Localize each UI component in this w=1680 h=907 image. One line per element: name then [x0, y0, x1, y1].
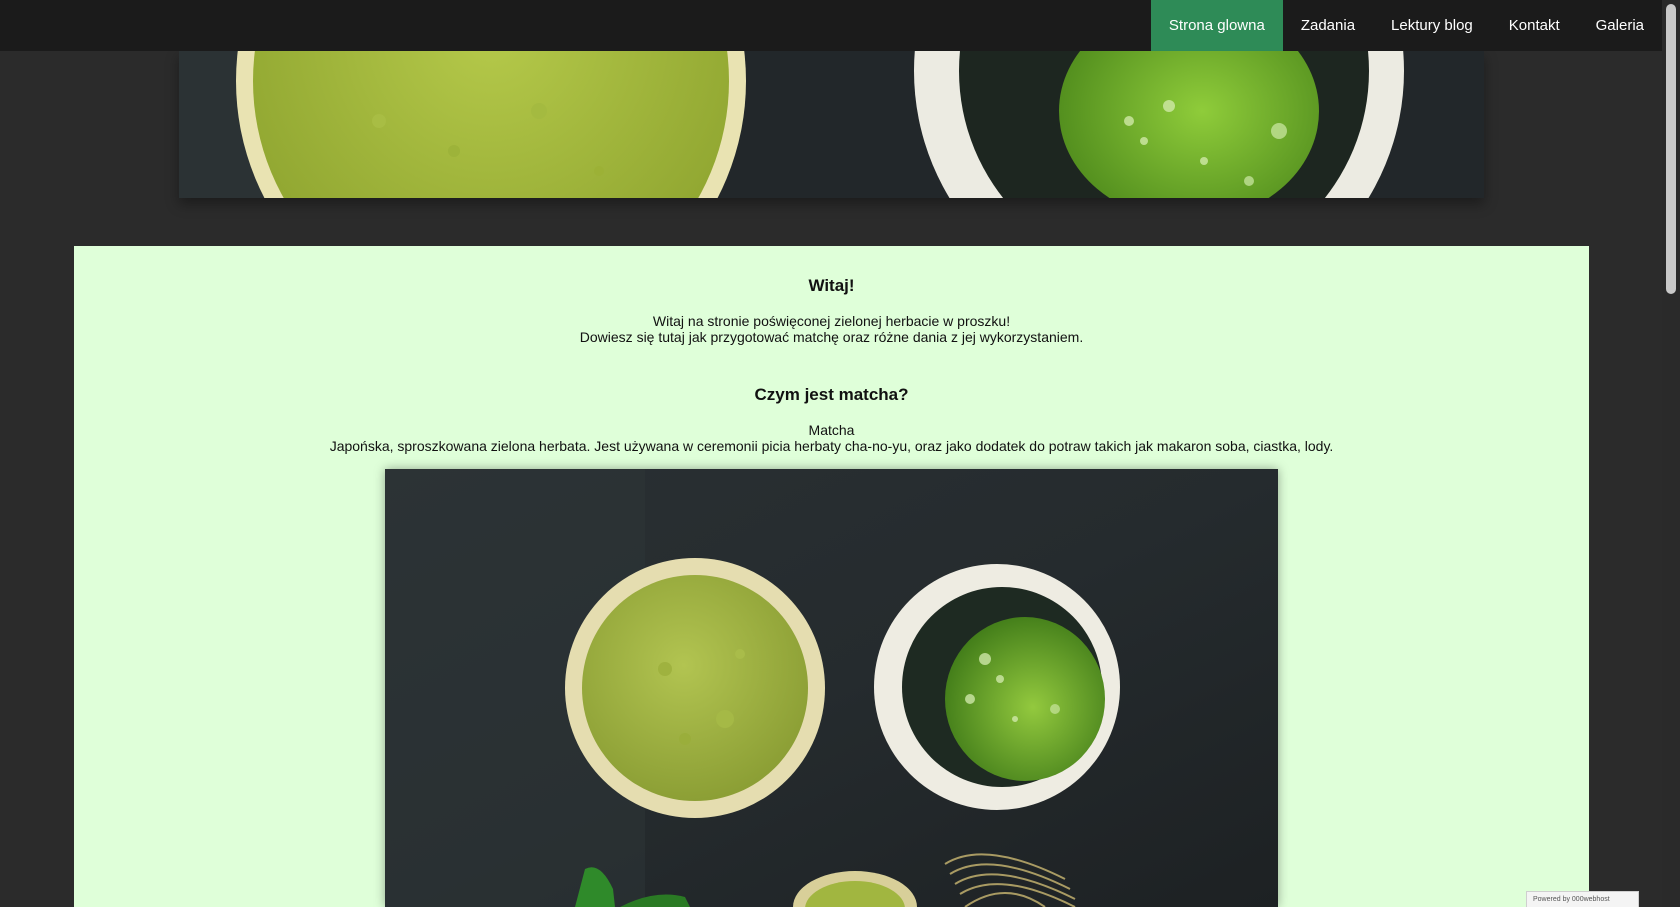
matcha-hero-image: [385, 469, 1278, 907]
banner-photo: [179, 51, 1484, 198]
matcha-term: Matcha: [808, 422, 855, 438]
page-scrollbar[interactable]: [1662, 0, 1680, 907]
menu-link-blog[interactable]: Lektury blog: [1373, 0, 1491, 51]
menu-item-home: Strona glowna: [1150, 0, 1283, 51]
main-content-panel: Witaj! Witaj na stronie poświęconej ziel…: [74, 246, 1589, 907]
menu-link-tasks[interactable]: Zadania: [1283, 0, 1373, 51]
menu-item-tasks: Zadania: [1283, 0, 1373, 51]
top-navigation-bar: Strona glowna Zadania Lektury blog Konta…: [0, 0, 1662, 51]
welcome-line-1: Witaj na stronie poświęconej zielonej he…: [652, 313, 1011, 329]
menu-item-gallery: Galeria: [1578, 0, 1662, 51]
welcome-line-2: Dowiesz się tutaj jak przygotować matchę…: [579, 329, 1084, 345]
header-banner-image: [179, 51, 1484, 198]
hero-photo: [385, 469, 1278, 907]
menu-link-contact[interactable]: Kontakt: [1491, 0, 1578, 51]
welcome-heading: Witaj!: [808, 276, 855, 295]
matcha-description: Matcha Japońska, sproszkowana zielona he…: [74, 422, 1589, 454]
welcome-text: Witaj na stronie poświęconej zielonej he…: [74, 313, 1589, 345]
what-is-matcha-heading: Czym jest matcha?: [754, 385, 909, 404]
menu-item-contact: Kontakt: [1491, 0, 1578, 51]
main-menu: Strona glowna Zadania Lektury blog Konta…: [1150, 0, 1662, 51]
menu-link-gallery[interactable]: Galeria: [1578, 0, 1662, 51]
menu-item-blog: Lektury blog: [1373, 0, 1491, 51]
menu-link-home[interactable]: Strona glowna: [1150, 0, 1283, 51]
powered-by-badge[interactable]: Powered by 000webhost: [1526, 891, 1639, 907]
scrollbar-thumb[interactable]: [1666, 4, 1676, 294]
matcha-definition: Japońska, sproszkowana zielona herbata. …: [329, 438, 1334, 454]
badge-text: Powered by 000webhost: [1533, 896, 1610, 903]
